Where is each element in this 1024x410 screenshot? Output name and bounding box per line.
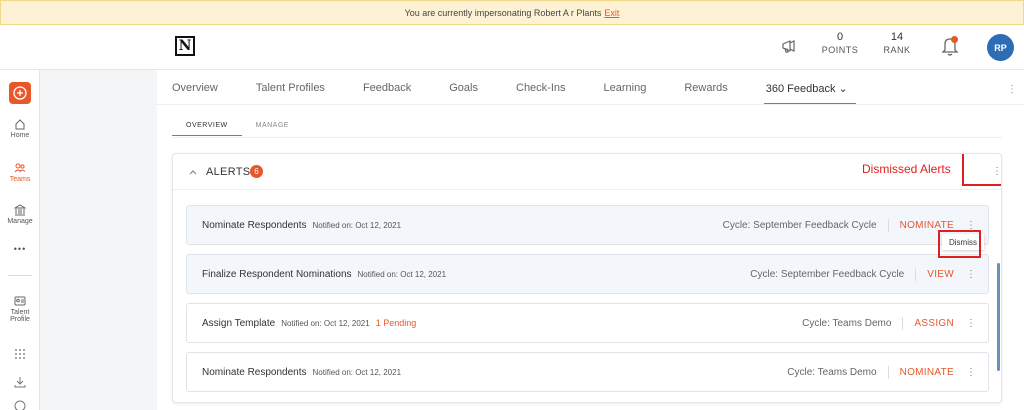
alert-separator <box>915 268 917 281</box>
sidebar-item-help[interactable] <box>0 400 40 410</box>
alert-separator <box>887 366 889 379</box>
sub-tabs: OVERVIEW MANAGE <box>172 122 303 136</box>
points-value: 0 <box>836 31 844 43</box>
alert-row[interactable]: Nominate Respondents Notified on: Oct 12,… <box>186 352 989 392</box>
alert-name: Nominate Respondents <box>202 367 307 378</box>
megaphone-icon[interactable] <box>780 37 798 55</box>
grid-icon <box>15 349 25 359</box>
sidebar-item-more[interactable]: ••• <box>0 244 40 254</box>
sidebar-item-home[interactable]: Home <box>0 118 40 139</box>
tab-goals[interactable]: Goals <box>449 82 478 102</box>
alert-menu-icon[interactable]: ⋮ <box>966 269 976 280</box>
more-icon: ••• <box>13 244 27 254</box>
main-panel: Overview Talent Profiles Feedback Goals … <box>157 70 1024 410</box>
tab-learning[interactable]: Learning <box>604 82 647 102</box>
alert-notified: Notified on: Oct 12, 2021 <box>312 221 402 230</box>
impersonation-text: You are currently impersonating Robert A… <box>404 7 602 18</box>
alert-menu-icon[interactable]: ⋮ <box>966 318 976 329</box>
help-icon <box>14 400 26 410</box>
sidebar-item-talent-profile[interactable]: Talent Profile <box>0 295 40 323</box>
alerts-header: ALERTS 6 Dismissed Alerts ⋮ <box>173 154 1001 190</box>
home-icon <box>15 119 25 130</box>
sidebar-item-label: Manage <box>7 218 33 225</box>
nominate-button[interactable]: NOMINATE <box>900 367 954 378</box>
sidebar: Home Teams Manage ••• Talent Profile <box>0 70 40 410</box>
points-stat[interactable]: 0 POINTS <box>820 31 860 55</box>
alert-notified: Notified on: Oct 12, 2021 <box>357 270 447 279</box>
view-button[interactable]: VIEW <box>927 269 954 280</box>
tab-check-ins[interactable]: Check-Ins <box>516 82 566 102</box>
talent-profile-icon <box>14 296 26 306</box>
module-tabs: Overview Talent Profiles Feedback Goals … <box>172 82 886 105</box>
pending-count: 1 Pending <box>375 318 417 328</box>
assign-button[interactable]: ASSIGN <box>914 318 954 329</box>
manage-icon <box>14 204 26 216</box>
scrollbar[interactable] <box>997 263 1000 371</box>
download-icon <box>14 377 26 388</box>
sidebar-item-label: Talent Profile <box>10 309 30 323</box>
rank-label: RANK <box>883 45 911 55</box>
tab-rewards[interactable]: Rewards <box>684 82 727 102</box>
alert-row[interactable]: Finalize Respondent Nominations Notified … <box>186 254 989 294</box>
alert-cycle: Cycle: September Feedback Cycle <box>722 220 877 231</box>
notification-dot <box>951 36 958 43</box>
sidebar-item-download[interactable] <box>0 376 40 390</box>
alert-name: Assign Template <box>202 318 276 329</box>
annotation-box-dismiss <box>938 230 981 258</box>
alerts-card: ALERTS 6 Dismissed Alerts ⋮ Nominate Res… <box>172 153 1002 403</box>
tabs-divider <box>157 104 1024 105</box>
tab-overview[interactable]: Overview <box>172 82 218 102</box>
sidebar-divider <box>8 275 32 276</box>
alert-cycle: Cycle: Teams Demo <box>787 367 877 378</box>
create-button[interactable] <box>9 82 31 104</box>
alert-row[interactable]: Assign Template Notified on: Oct 12, 2021… <box>186 303 989 343</box>
top-bar: N 0 POINTS 14 RANK RP <box>0 25 1024 70</box>
sidebar-item-label: Teams <box>9 176 31 183</box>
alerts-count-badge: 6 <box>250 165 263 178</box>
tab-talent-profiles[interactable]: Talent Profiles <box>256 82 325 102</box>
alert-notified: Notified on: Oct 12, 2021 <box>312 368 402 377</box>
app-logo[interactable]: N <box>175 36 195 56</box>
alert-cycle: Cycle: Teams Demo <box>802 318 892 329</box>
alerts-title: ALERTS <box>206 166 251 178</box>
teams-icon <box>14 163 26 173</box>
alert-separator <box>902 317 904 330</box>
alert-name: Finalize Respondent Nominations <box>202 269 352 280</box>
alert-notified: Notified on: Oct 12, 2021 <box>281 319 370 328</box>
rank-stat[interactable]: 14 RANK <box>880 31 914 55</box>
alert-menu-icon[interactable]: ⋮ <box>966 367 976 378</box>
chevron-down-icon: ⌄ <box>838 83 848 95</box>
alert-cycle: Cycle: September Feedback Cycle <box>750 269 905 280</box>
alert-name: Nominate Respondents <box>202 220 307 231</box>
plus-circle-icon <box>13 86 27 100</box>
avatar[interactable]: RP <box>987 34 1014 61</box>
sidebar-item-manage[interactable]: Manage <box>0 204 40 225</box>
dismissed-alerts-annotation: Dismissed Alerts <box>862 162 951 176</box>
sidebar-item-apps[interactable] <box>0 348 40 362</box>
subtab-overview[interactable]: OVERVIEW <box>172 122 242 136</box>
tab-feedback[interactable]: Feedback <box>363 82 411 102</box>
rank-value: 14 <box>890 31 904 43</box>
sidebar-item-teams[interactable]: Teams <box>0 162 40 183</box>
tab-360-feedback-label: 360 Feedback <box>765 83 836 95</box>
tab-360-feedback[interactable]: 360 Feedback ⌄ <box>763 82 856 105</box>
alert-separator <box>887 219 889 232</box>
chevron-up-icon[interactable] <box>188 167 198 177</box>
impersonation-banner: You are currently impersonating Robert A… <box>0 0 1024 25</box>
tabs-more-icon[interactable]: ⋮ <box>1007 84 1017 95</box>
subtabs-divider <box>172 137 1002 138</box>
exit-impersonation-link[interactable]: Exit <box>604 8 619 18</box>
alerts-menu-icon[interactable]: ⋮ <box>992 166 1001 177</box>
subtab-manage[interactable]: MANAGE <box>242 122 303 136</box>
points-label: POINTS <box>821 45 859 55</box>
alert-row[interactable]: Nominate Respondents Notified on: Oct 12,… <box>186 205 989 245</box>
sidebar-item-label: Home <box>10 132 30 139</box>
